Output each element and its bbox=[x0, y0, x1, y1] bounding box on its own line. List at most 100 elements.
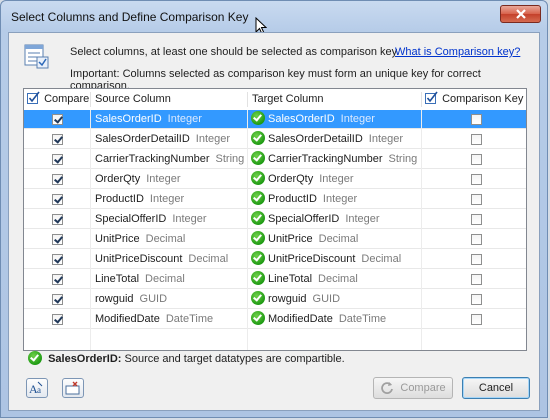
comparison-key-checkbox[interactable] bbox=[471, 113, 482, 125]
compare-checkbox[interactable] bbox=[52, 233, 63, 245]
table-row[interactable]: ModifiedDate DateTime ModifiedDate DateTime bbox=[24, 310, 526, 329]
compare-cell bbox=[52, 150, 63, 169]
clear-button[interactable] bbox=[62, 378, 84, 398]
compare-checkbox[interactable] bbox=[52, 253, 63, 265]
table-row[interactable]: rowguid GUID rowguid GUID bbox=[24, 290, 526, 309]
source-column-name: SalesOrderDetailID bbox=[95, 133, 190, 145]
table-row[interactable]: SalesOrderID Integer SalesOrderID Integer bbox=[24, 110, 526, 129]
target-column-name: rowguid bbox=[268, 293, 307, 305]
comparison-key-checkbox[interactable] bbox=[471, 173, 482, 185]
table-row[interactable]: SalesOrderDetailID Integer SalesOrderDetai… bbox=[24, 130, 526, 149]
table-row[interactable]: ProductID Integer ProductID Integer bbox=[24, 190, 526, 209]
compare-checkbox[interactable] bbox=[52, 293, 63, 305]
target-column-name: UnitPrice bbox=[268, 233, 313, 245]
target-column-cell[interactable]: ModifiedDate DateTime bbox=[251, 310, 386, 329]
target-column-cell[interactable]: OrderQty Integer bbox=[251, 170, 353, 189]
target-column-type: Integer bbox=[322, 193, 358, 205]
target-column-cell[interactable]: UnitPriceDiscount Decimal bbox=[251, 250, 401, 269]
target-column-cell[interactable]: SalesOrderID Integer bbox=[251, 110, 375, 129]
comparison-key-checkbox[interactable] bbox=[471, 293, 482, 305]
svg-text:a: a bbox=[37, 385, 41, 395]
target-column-cell[interactable]: ProductID Integer bbox=[251, 190, 357, 209]
comparison-key-checkbox[interactable] bbox=[471, 313, 482, 325]
source-column-cell[interactable]: OrderQty Integer bbox=[95, 170, 180, 189]
title-bar[interactable]: Select Columns and Define Comparison Key bbox=[1, 1, 547, 35]
cancel-button-label: Cancel bbox=[478, 382, 514, 394]
compare-cell bbox=[52, 310, 63, 329]
grid-header: Compare Source Column Target Column Comp… bbox=[24, 89, 526, 111]
comparison-key-checkbox[interactable] bbox=[471, 273, 482, 285]
check-circle-icon bbox=[251, 111, 265, 126]
target-column-type: Decimal bbox=[318, 233, 359, 245]
source-column-cell[interactable]: ModifiedDate DateTime bbox=[95, 310, 213, 329]
table-row[interactable]: LineTotal Decimal LineTotal Decimal bbox=[24, 270, 526, 289]
target-column-cell[interactable]: SalesOrderDetailID Integer bbox=[251, 130, 403, 149]
source-column-cell[interactable]: SalesOrderDetailID Integer bbox=[95, 130, 230, 149]
target-column-cell[interactable]: CarrierTrackingNumber String bbox=[251, 150, 417, 169]
status-column-name: SalesOrderID: bbox=[48, 353, 122, 365]
font-icon: A a bbox=[29, 381, 43, 395]
source-column-header[interactable]: Source Column bbox=[95, 89, 171, 110]
compare-checkbox[interactable] bbox=[52, 313, 63, 325]
comparison-key-cell bbox=[471, 190, 482, 209]
compare-cell bbox=[52, 250, 63, 269]
comparison-key-cell bbox=[471, 110, 482, 129]
source-column-cell[interactable]: CarrierTrackingNumber String bbox=[95, 150, 244, 169]
compare-cell bbox=[52, 130, 63, 149]
target-column-header[interactable]: Target Column bbox=[252, 89, 324, 110]
table-row[interactable]: UnitPriceDiscount Decimal UnitPriceDiscoun… bbox=[24, 250, 526, 269]
compare-checkbox[interactable] bbox=[52, 193, 63, 205]
comparison-key-checkbox[interactable] bbox=[471, 153, 482, 165]
compare-checkbox[interactable] bbox=[52, 133, 63, 145]
comparison-key-cell bbox=[471, 290, 482, 309]
source-column-cell[interactable]: SpecialOfferID Integer bbox=[95, 210, 207, 229]
dialog-body: Select columns, at least one should be s… bbox=[8, 32, 540, 411]
font-button[interactable]: A a bbox=[26, 378, 48, 398]
target-column-name: UnitPriceDiscount bbox=[268, 253, 356, 265]
source-column-cell[interactable]: rowguid GUID bbox=[95, 290, 167, 309]
source-column-cell[interactable]: LineTotal Decimal bbox=[95, 270, 185, 289]
table-row[interactable]: UnitPrice Decimal UnitPrice Decimal bbox=[24, 230, 526, 249]
comparison-key-checkbox[interactable] bbox=[471, 133, 482, 145]
compare-checkbox[interactable] bbox=[52, 273, 63, 285]
table-row[interactable]: OrderQty Integer OrderQty Integer bbox=[24, 170, 526, 189]
source-column-cell[interactable]: UnitPrice Decimal bbox=[95, 230, 185, 249]
comparison-key-checkbox[interactable] bbox=[471, 213, 482, 225]
target-column-type: Integer bbox=[319, 173, 354, 185]
comparison-key-checkbox[interactable] bbox=[471, 193, 482, 205]
cancel-button[interactable]: Cancel bbox=[462, 377, 530, 399]
source-column-cell[interactable]: ProductID Integer bbox=[95, 190, 184, 209]
compare-checkbox[interactable] bbox=[52, 153, 63, 165]
source-column-cell[interactable]: SalesOrderID Integer bbox=[95, 110, 202, 129]
target-column-cell[interactable]: rowguid GUID bbox=[251, 290, 340, 309]
source-column-name: rowguid bbox=[95, 293, 134, 305]
source-column-name: LineTotal bbox=[95, 273, 140, 285]
compare-checkbox[interactable] bbox=[52, 113, 63, 125]
target-column-cell[interactable]: UnitPrice Decimal bbox=[251, 230, 358, 249]
column-divider bbox=[421, 110, 422, 350]
comparison-key-header[interactable]: Comparison Key bbox=[425, 89, 523, 110]
table-row[interactable]: CarrierTrackingNumber String CarrierTracki… bbox=[24, 150, 526, 169]
compare-checkbox[interactable] bbox=[52, 173, 63, 185]
comparison-key-help-link[interactable]: What is Comparison key? bbox=[395, 46, 520, 58]
check-all-icon bbox=[425, 91, 438, 105]
compare-button[interactable]: Compare bbox=[373, 377, 453, 399]
target-column-cell[interactable]: SpecialOfferID Integer bbox=[251, 210, 380, 229]
close-button[interactable] bbox=[500, 5, 541, 23]
target-column-cell[interactable]: LineTotal Decimal bbox=[251, 270, 358, 289]
compare-header[interactable]: Compare bbox=[27, 89, 89, 110]
source-column-cell[interactable]: UnitPriceDiscount Decimal bbox=[95, 250, 228, 269]
check-circle-icon bbox=[251, 251, 265, 266]
comparison-key-checkbox[interactable] bbox=[471, 233, 482, 245]
source-column-name: UnitPrice bbox=[95, 233, 140, 245]
refresh-icon bbox=[381, 382, 394, 394]
comparison-key-checkbox[interactable] bbox=[471, 253, 482, 265]
dialog-window: Select Columns and Define Comparison Key… bbox=[0, 0, 548, 418]
comparison-key-cell bbox=[471, 310, 482, 329]
target-column-type: DateTime bbox=[338, 313, 387, 325]
source-column-type: Decimal bbox=[188, 253, 229, 265]
source-column-type: Decimal bbox=[145, 273, 185, 285]
compare-checkbox[interactable] bbox=[52, 213, 63, 225]
table-row[interactable]: SpecialOfferID Integer SpecialOfferID Integ… bbox=[24, 210, 526, 229]
comparison-key-cell bbox=[471, 250, 482, 269]
